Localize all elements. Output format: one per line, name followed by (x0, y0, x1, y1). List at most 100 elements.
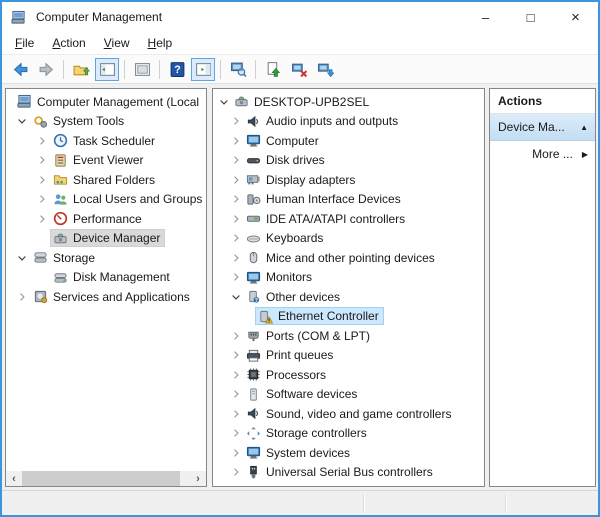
disk-drive-icon (245, 152, 261, 168)
tree-item-event-viewer[interactable]: Event Viewer (6, 151, 206, 171)
tree-item-system-tools[interactable]: System Tools (6, 112, 206, 132)
chevron-down-icon[interactable] (14, 114, 30, 128)
chevron-right-icon[interactable] (229, 270, 243, 284)
uninstall-device-button[interactable] (287, 58, 311, 81)
chevron-down-icon[interactable] (217, 95, 231, 109)
disk-management-icon (52, 269, 68, 285)
item-body: Local Users and Groups (50, 190, 207, 208)
item-body: Sound, video and game controllers (243, 405, 456, 423)
menu-view[interactable]: View (95, 33, 139, 53)
tree-item-task-scheduler[interactable]: Task Scheduler (6, 131, 206, 151)
item-body: Human Interface Devices (243, 190, 406, 208)
tree-item-desktop-upb2sel[interactable]: DESKTOP-UPB2SEL (213, 92, 484, 112)
processor-icon (245, 367, 261, 383)
properties-button[interactable] (130, 58, 154, 81)
more-actions-arrow-icon: ▶ (582, 150, 588, 159)
chevron-right-icon[interactable] (229, 134, 243, 148)
scroll-left-button[interactable]: ‹ (6, 471, 22, 486)
up-one-level-button[interactable] (69, 58, 93, 81)
more-actions-label: More ... (532, 147, 573, 161)
tree-item-local-users-and-groups[interactable]: Local Users and Groups (6, 190, 206, 210)
close-button[interactable]: × (553, 2, 598, 32)
chevron-right-icon[interactable] (34, 212, 50, 226)
help-button[interactable]: ? (165, 58, 189, 81)
chevron-right-icon[interactable] (229, 368, 243, 382)
tree-item-storage[interactable]: Storage (6, 248, 206, 268)
tree-item-universal-serial-bus-controllers[interactable]: Universal Serial Bus controllers (213, 463, 484, 483)
tree-item-keyboards[interactable]: Keyboards (213, 229, 484, 249)
tree-item-other-devices[interactable]: ?Other devices (213, 287, 484, 307)
tree-item-computer[interactable]: Computer (213, 131, 484, 151)
chevron-right-icon[interactable] (229, 426, 243, 440)
chevron-right-icon[interactable] (229, 407, 243, 421)
tree-item-ethernet-controller[interactable]: Ethernet Controller (213, 307, 484, 327)
show-console-tree-button[interactable] (95, 58, 119, 81)
tree-item-display-adapters[interactable]: Display adapters (213, 170, 484, 190)
tree-item-disk-management[interactable]: Disk Management (6, 268, 206, 288)
disable-device-button[interactable] (313, 58, 337, 81)
action-pane-icon (195, 61, 212, 78)
tree-item-mice-and-other-pointing-devices[interactable]: Mice and other pointing devices (213, 248, 484, 268)
maximize-button[interactable]: □ (508, 2, 553, 32)
chevron-right-icon[interactable] (14, 290, 30, 304)
item-body: Disk Management (50, 268, 175, 286)
tree-item-sound-video-and-game-controllers[interactable]: Sound, video and game controllers (213, 404, 484, 424)
chevron-right-icon[interactable] (229, 231, 243, 245)
tree-item-device-manager[interactable]: Device Manager (6, 229, 206, 249)
back-button[interactable] (8, 58, 32, 81)
scrollbar-thumb[interactable] (22, 471, 180, 486)
actions-section-label: Device Ma... (498, 120, 565, 134)
minimize-button[interactable]: – (463, 2, 508, 32)
tree-item-human-interface-devices[interactable]: Human Interface Devices (213, 190, 484, 210)
tree-item-computer-management-local[interactable]: Computer Management (Local (6, 92, 206, 112)
actions-section-device-manager[interactable]: Device Ma... ▲ (490, 114, 595, 141)
tree-item-software-devices[interactable]: Software devices (213, 385, 484, 405)
chevron-right-icon[interactable] (229, 387, 243, 401)
tree-item-ports-com-lpt[interactable]: Ports (COM & LPT) (213, 326, 484, 346)
console-tree-panel: Computer Management (LocalSystem ToolsTa… (5, 88, 207, 487)
tree-item-services-and-applications[interactable]: Services and Applications (6, 287, 206, 307)
chevron-right-icon[interactable] (229, 192, 243, 206)
update-driver-button[interactable] (261, 58, 285, 81)
unknown-device-icon: ? (245, 289, 261, 305)
chevron-right-icon[interactable] (229, 212, 243, 226)
chevron-right-icon[interactable] (34, 173, 50, 187)
chevron-right-icon[interactable] (229, 114, 243, 128)
computer-icon (245, 269, 261, 285)
chevron-right-icon[interactable] (229, 329, 243, 343)
menu-file[interactable]: File (6, 33, 43, 53)
tree-item-print-queues[interactable]: Print queues (213, 346, 484, 366)
tree-item-label: System devices (266, 445, 350, 461)
chevron-down-icon[interactable] (14, 251, 30, 265)
tree-item-monitors[interactable]: Monitors (213, 268, 484, 288)
more-actions-item[interactable]: More ... ▶ (490, 141, 595, 167)
tree-item-audio-inputs-and-outputs[interactable]: Audio inputs and outputs (213, 112, 484, 132)
horizontal-scrollbar[interactable]: ‹ › (6, 471, 206, 486)
forward-button[interactable] (34, 58, 58, 81)
chevron-right-icon[interactable] (34, 192, 50, 206)
tree-item-processors[interactable]: Processors (213, 365, 484, 385)
collapse-section-icon[interactable]: ▲ (580, 123, 588, 132)
tree-item-storage-controllers[interactable]: Storage controllers (213, 424, 484, 444)
tree-item-label: Sound, video and game controllers (266, 406, 451, 422)
svg-text:?: ? (174, 64, 180, 76)
menu-help[interactable]: Help (139, 33, 182, 53)
chevron-right-icon[interactable] (34, 153, 50, 167)
chevron-right-icon[interactable] (34, 134, 50, 148)
tree-item-disk-drives[interactable]: Disk drives (213, 151, 484, 171)
chevron-right-icon[interactable] (229, 173, 243, 187)
scroll-right-button[interactable]: › (190, 471, 206, 486)
chevron-right-icon[interactable] (229, 251, 243, 265)
menu-action[interactable]: Action (43, 33, 94, 53)
tree-item-ide-ata-atapi-controllers[interactable]: IDE ATA/ATAPI controllers (213, 209, 484, 229)
chevron-right-icon[interactable] (229, 153, 243, 167)
chevron-right-icon[interactable] (229, 348, 243, 362)
tree-item-performance[interactable]: Performance (6, 209, 206, 229)
chevron-down-icon[interactable] (229, 290, 243, 304)
chevron-right-icon[interactable] (229, 446, 243, 460)
tree-item-system-devices[interactable]: System devices (213, 443, 484, 463)
scan-hardware-changes-button[interactable] (226, 58, 250, 81)
tree-item-shared-folders[interactable]: Shared Folders (6, 170, 206, 190)
show-action-pane-button[interactable] (191, 58, 215, 81)
chevron-right-icon[interactable] (229, 465, 243, 479)
